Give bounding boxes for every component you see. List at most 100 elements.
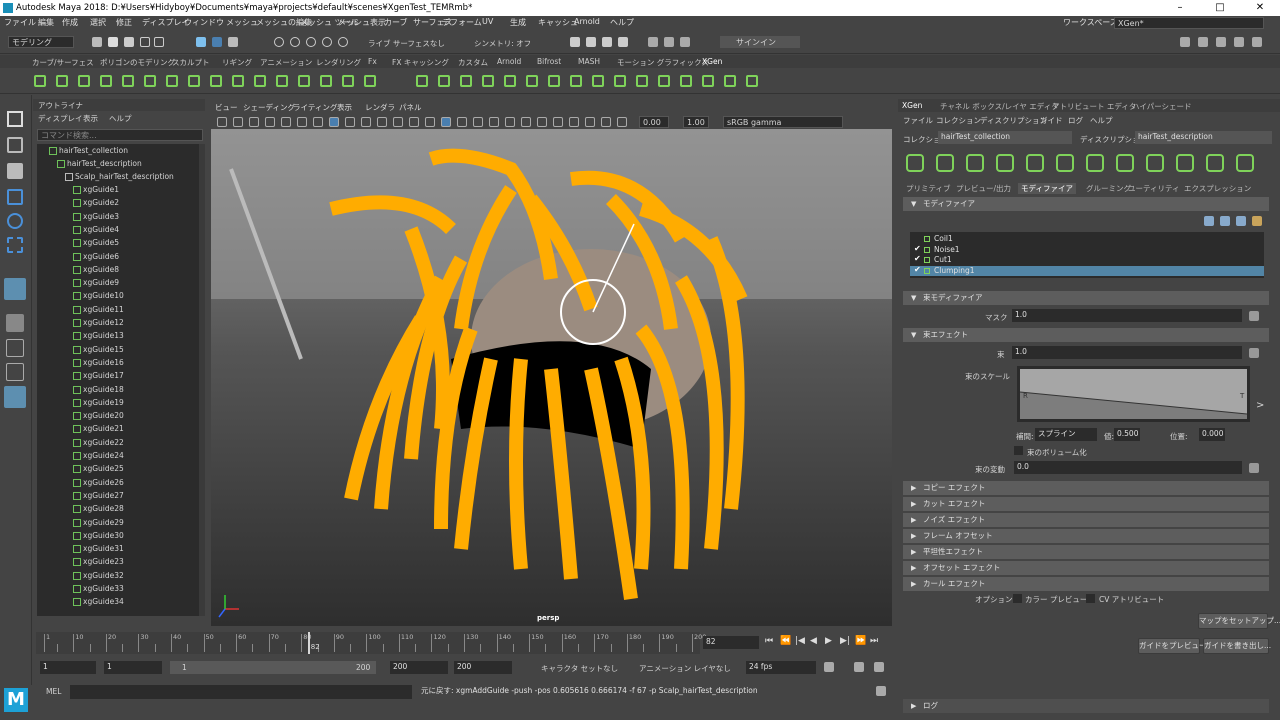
script-editor-icon[interactable] — [876, 686, 886, 696]
xgen-shelf-button-0[interactable] — [30, 71, 50, 91]
four-pane-icon[interactable] — [6, 339, 24, 357]
playback-button-icon[interactable]: |◀ — [795, 636, 805, 646]
preferences-icon[interactable] — [874, 662, 884, 672]
shelf-tab-2[interactable]: スカルプト — [172, 57, 210, 68]
clump-scale-ramp[interactable]: R T — [1017, 366, 1250, 422]
viewport-canvas[interactable] — [211, 129, 892, 626]
xgen-tab-2[interactable]: アトリビュート エディタ — [1052, 101, 1136, 112]
xgen-toolbar-icon[interactable] — [1146, 154, 1164, 172]
viewport-toolbar-icon[interactable] — [265, 117, 275, 127]
xgen-shelf-button-1[interactable] — [52, 71, 72, 91]
menu-13[interactable]: デフォーム — [442, 17, 482, 28]
tree-item-guide[interactable]: xgGuide3 — [73, 210, 119, 223]
menu-15[interactable]: 生成 — [510, 17, 526, 28]
viewport-toolbar-icon[interactable] — [345, 117, 355, 127]
xgen-toolbar-icon[interactable] — [1116, 154, 1134, 172]
xgen-menu-3[interactable]: ガイド — [1040, 115, 1063, 126]
fps-select[interactable]: 24 fps — [746, 661, 816, 674]
xgen-toolbar-icon[interactable] — [1086, 154, 1104, 172]
history-icon[interactable] — [570, 37, 580, 47]
color-preview-checkbox[interactable] — [1013, 594, 1022, 603]
viewport-toolbar-icon[interactable] — [441, 117, 451, 127]
xgen-add-guide-icon[interactable] — [4, 278, 26, 300]
snap-curve-icon[interactable] — [290, 37, 300, 47]
xgen-shelf-button-24[interactable] — [588, 71, 608, 91]
viewport-toolbar-icon[interactable] — [569, 117, 579, 127]
viewport-menu-4[interactable]: レンダラ — [365, 102, 395, 113]
open-scene-icon[interactable] — [108, 37, 118, 47]
modifier-item[interactable]: ✔ Cut1 — [910, 254, 1264, 265]
tree-item-guide[interactable]: xgGuide23 — [73, 555, 124, 568]
viewport-toolbar-icon[interactable] — [377, 117, 387, 127]
add-modifier-icon[interactable] — [1204, 216, 1214, 226]
menu-11[interactable]: カーブ — [384, 17, 408, 28]
xgen-shelf-button-5[interactable] — [140, 71, 160, 91]
folder-icon[interactable] — [1252, 216, 1262, 226]
ramp-expand-icon[interactable]: > — [1256, 400, 1264, 411]
xgen-menu-1[interactable]: コレクション — [936, 115, 981, 126]
shelf-tab-5[interactable]: レンダリング — [316, 57, 361, 68]
workspace-select[interactable]: XGen* — [1114, 17, 1264, 29]
xgen-shelf-button-16[interactable] — [412, 71, 432, 91]
xgen-toolbar-icon[interactable] — [1026, 154, 1044, 172]
xgen-shelf-button-3[interactable] — [96, 71, 116, 91]
xgen-shelf-button-29[interactable] — [698, 71, 718, 91]
xgen-toolbar-icon[interactable] — [966, 154, 984, 172]
lasso-tool-icon[interactable] — [7, 137, 23, 153]
xgen-menu-2[interactable]: ディスクリプション — [980, 115, 1047, 126]
shelf-tab-13[interactable]: XGen — [702, 57, 722, 66]
rotate-tool-icon[interactable] — [7, 213, 23, 229]
effect-section-header[interactable]: ▶ フレーム オフセット — [903, 529, 1269, 543]
outliner-search-input[interactable]: コマンド検索... — [37, 129, 203, 141]
tree-item-guide[interactable]: xgGuide6 — [73, 250, 119, 263]
menu-17[interactable]: Arnold — [574, 17, 600, 26]
snap-grid-icon[interactable] — [274, 37, 284, 47]
setup-maps-button[interactable]: マップをセットアップ... — [1198, 613, 1280, 629]
viewport-menu-3[interactable]: 表示 — [337, 102, 352, 113]
viewport-toolbar-icon[interactable] — [329, 117, 339, 127]
viewport-toolbar-icon[interactable] — [425, 117, 435, 127]
menu-10[interactable]: メッシュ表示 — [338, 17, 386, 28]
viewport-toolbar-icon[interactable] — [537, 117, 547, 127]
modeling-toolkit-icon[interactable] — [1180, 37, 1190, 47]
viewport-menu-5[interactable]: パネル — [399, 102, 422, 113]
viewport-toolbar-icon[interactable] — [473, 117, 483, 127]
tree-item-guide[interactable]: xgGuide4 — [73, 223, 119, 236]
xgen-toolbar-icon[interactable] — [996, 154, 1014, 172]
xgen-shelf-button-17[interactable] — [434, 71, 454, 91]
shelf-tab-4[interactable]: アニメーション — [260, 57, 312, 68]
tree-item-guide[interactable]: xgGuide20 — [73, 409, 124, 422]
viewport-toolbar-icon[interactable] — [249, 117, 259, 127]
menu-18[interactable]: ヘルプ — [610, 17, 634, 28]
character-controls-icon[interactable] — [1198, 37, 1208, 47]
ipr-icon[interactable] — [618, 37, 628, 47]
playback-button-icon[interactable]: ▶ — [825, 636, 832, 646]
xgen-shelf-button-14[interactable] — [338, 71, 358, 91]
arnold-render-icon[interactable] — [648, 37, 658, 47]
tree-item-guide[interactable]: xgGuide5 — [73, 236, 119, 249]
xgen-shelf-button-26[interactable] — [632, 71, 652, 91]
move-tool-icon[interactable] — [7, 189, 23, 205]
outliner-title[interactable]: アウトライナ — [38, 100, 83, 111]
xgen-toolbar-icon[interactable] — [1206, 154, 1224, 172]
modifier-check-icon[interactable]: ✔ — [914, 254, 921, 263]
preview-guides-button[interactable]: ガイドをプレビュー — [1138, 638, 1207, 654]
current-frame-value[interactable]: 82 — [703, 636, 759, 649]
tree-item-guide[interactable]: xgGuide10 — [73, 289, 124, 302]
tree-item-guide[interactable]: xgGuide16 — [73, 356, 124, 369]
menu-16[interactable]: キャッシュ — [538, 17, 578, 28]
tree-item-description[interactable]: hairTest_description — [57, 157, 142, 170]
export-guides-button[interactable]: ガイドを書き出し... — [1203, 638, 1271, 654]
viewport-menu-0[interactable]: ビュー — [215, 102, 238, 113]
range-slider[interactable]: 1 200 — [170, 661, 376, 674]
shelf-tab-9[interactable]: Arnold — [497, 57, 521, 66]
live-surface-label[interactable]: ライブ サーフェスなし — [368, 38, 445, 49]
tree-item-guide[interactable]: xgGuide2 — [73, 196, 119, 209]
tree-item-guide[interactable]: xgGuide13 — [73, 329, 124, 342]
gamma-field[interactable]: 1.00 — [683, 116, 709, 128]
interpolation-select[interactable]: スプライン — [1035, 428, 1097, 441]
tree-item-guide[interactable]: xgGuide27 — [73, 489, 124, 502]
viewport-toolbar-icon[interactable] — [313, 117, 323, 127]
snap-surface-icon[interactable] — [338, 37, 348, 47]
xgen-toolbar-icon[interactable] — [1056, 154, 1074, 172]
